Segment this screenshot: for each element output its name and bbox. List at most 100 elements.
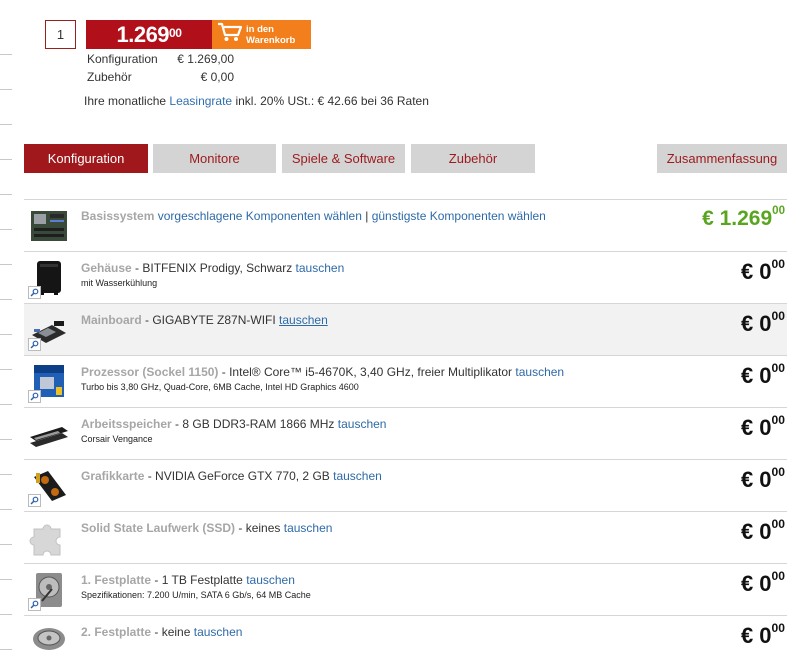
row-category: 1. Festplatte bbox=[81, 573, 152, 587]
suggested-components-link[interactable]: vorgeschlagene Komponenten wählen bbox=[158, 209, 362, 223]
config-row-arbeitsspeicher: Arbeitsspeicher - 8 GB DDR3-RAM 1866 MHz… bbox=[24, 407, 787, 459]
leasing-info: Ihre monatliche Leasingrate inkl. 20% US… bbox=[84, 94, 429, 108]
row-value: - keines bbox=[238, 521, 281, 535]
row-price-main: € 0 bbox=[740, 519, 772, 544]
config-row-gehaeuse: Gehäuse - BITFENIX Prodigy, Schwarz taus… bbox=[24, 251, 787, 303]
row-value: - Intel® Core™ i5-4670K, 3,40 GHz, freie… bbox=[221, 365, 513, 379]
row-price: € 1.26900 bbox=[702, 204, 785, 231]
row-price: € 000 bbox=[740, 568, 785, 597]
row-price-cents: 00 bbox=[771, 516, 785, 531]
ram-icon[interactable] bbox=[28, 413, 70, 455]
tauschen-link[interactable]: tauschen bbox=[284, 521, 333, 535]
row-price-main: € 0 bbox=[740, 467, 772, 492]
row-price-cents: 00 bbox=[771, 620, 785, 635]
cart-label-line2: Warenkorb bbox=[246, 34, 296, 46]
row-category: Gehäuse bbox=[81, 261, 132, 275]
row-price: € 000 bbox=[740, 464, 785, 493]
zoom-icon[interactable] bbox=[28, 390, 41, 403]
config-row-basissystem: Basissystem vorgeschlagene Komponenten w… bbox=[24, 199, 787, 251]
row-price: € 000 bbox=[741, 620, 785, 649]
row-category: 2. Festplatte bbox=[81, 625, 152, 639]
row-price: € 000 bbox=[740, 258, 785, 285]
row-price: € 000 bbox=[740, 360, 785, 389]
add-to-cart-button[interactable]: in den Warenkorb bbox=[212, 20, 311, 49]
config-row-prozessor: Prozessor (Sockel 1150) - Intel® Core™ i… bbox=[24, 355, 787, 407]
accessories-value: € 0,00 bbox=[200, 70, 234, 84]
tab-spiele-software[interactable]: Spiele & Software bbox=[282, 144, 405, 173]
config-row-ssd: Solid State Laufwerk (SSD) - keines taus… bbox=[24, 511, 787, 563]
tauschen-link[interactable]: tauschen bbox=[338, 417, 387, 431]
link-separator: | bbox=[365, 209, 369, 223]
tauschen-link[interactable]: tauschen bbox=[333, 469, 382, 483]
row-price: € 000 bbox=[740, 412, 785, 441]
config-row-festplatte-1: 1. Festplatte - 1 TB Festplatte tauschen… bbox=[24, 563, 787, 615]
accessories-summary: Zubehör € 0,00 bbox=[87, 70, 234, 86]
row-title: 2. Festplatte - keine tauschen bbox=[81, 625, 242, 639]
row-price-cents: 00 bbox=[771, 360, 785, 375]
row-category: Arbeitsspeicher bbox=[81, 417, 172, 431]
left-edge-ticks bbox=[0, 0, 12, 651]
row-category: Prozessor (Sockel 1150) bbox=[81, 365, 219, 379]
row-value: - BITFENIX Prodigy, Schwarz bbox=[135, 261, 293, 275]
row-price-cents: 00 bbox=[771, 464, 785, 479]
row-price-main: € 0 bbox=[740, 363, 772, 388]
zoom-icon[interactable] bbox=[28, 598, 41, 611]
row-title: Arbeitsspeicher - 8 GB DDR3-RAM 1866 MHz… bbox=[81, 417, 386, 431]
row-subtitle: Turbo bis 3,80 GHz, Quad-Core, 6MB Cache… bbox=[81, 382, 359, 392]
row-title: Mainboard - GIGABYTE Z87N-WIFI tauschen bbox=[81, 313, 328, 327]
row-price: € 000 bbox=[740, 516, 785, 545]
tab-monitore[interactable]: Monitore bbox=[153, 144, 276, 173]
tab-zubehoer[interactable]: Zubehör bbox=[411, 144, 535, 173]
tauschen-link[interactable]: tauschen bbox=[279, 313, 328, 327]
row-category: Grafikkarte bbox=[81, 469, 145, 483]
hard-drive-icon[interactable] bbox=[28, 621, 70, 651]
motherboard-icon[interactable] bbox=[28, 205, 70, 247]
row-title: Solid State Laufwerk (SSD) - keines taus… bbox=[81, 521, 332, 535]
row-subtitle: Corsair Vengance bbox=[81, 434, 153, 444]
row-category: Basissystem bbox=[81, 209, 155, 223]
leasing-rate-link[interactable]: Leasingrate bbox=[169, 94, 232, 108]
zoom-icon[interactable] bbox=[28, 494, 41, 507]
puzzle-placeholder-icon bbox=[28, 517, 70, 559]
row-price-main: € 1.269 bbox=[702, 207, 773, 230]
row-price-main: € 0 bbox=[740, 259, 772, 284]
row-price-cents: 00 bbox=[771, 568, 785, 583]
row-price-main: € 0 bbox=[740, 311, 772, 336]
config-row-festplatte-2: 2. Festplatte - keine tauschen € 000 bbox=[24, 615, 787, 651]
zoom-icon[interactable] bbox=[28, 338, 41, 351]
config-row-mainboard: Mainboard - GIGABYTE Z87N-WIFI tauschen … bbox=[24, 303, 787, 355]
cheapest-components-link[interactable]: günstigste Komponenten wählen bbox=[372, 209, 546, 223]
leasing-suffix: inkl. 20% USt.: € 42.66 bei 36 Raten bbox=[235, 94, 429, 108]
row-price-cents: 00 bbox=[772, 204, 785, 217]
row-price-cents: 00 bbox=[771, 412, 785, 427]
zoom-icon[interactable] bbox=[28, 286, 41, 299]
tauschen-link[interactable]: tauschen bbox=[515, 365, 564, 379]
row-subtitle: Spezifikationen: 7.200 U/min, SATA 6 Gb/… bbox=[81, 590, 311, 600]
row-title: Grafikkarte - NVIDIA GeForce GTX 770, 2 … bbox=[81, 469, 382, 483]
tab-zusammenfassung[interactable]: Zusammenfassung bbox=[657, 144, 787, 173]
row-value: - keine bbox=[154, 625, 191, 639]
configuration-summary: Konfiguration € 1.269,00 bbox=[87, 52, 234, 68]
shopping-cart-icon bbox=[217, 21, 243, 48]
row-title: Gehäuse - BITFENIX Prodigy, Schwarz taus… bbox=[81, 261, 344, 275]
config-row-grafikkarte: Grafikkarte - NVIDIA GeForce GTX 770, 2 … bbox=[24, 459, 787, 511]
tauschen-link[interactable]: tauschen bbox=[246, 573, 295, 587]
accessories-label: Zubehör bbox=[87, 70, 132, 84]
row-title: 1. Festplatte - 1 TB Festplatte tauschen bbox=[81, 573, 295, 587]
tauschen-link[interactable]: tauschen bbox=[194, 625, 243, 639]
row-price-main: € 0 bbox=[740, 415, 772, 440]
row-subtitle: mit Wasserkühlung bbox=[81, 278, 158, 288]
row-category: Solid State Laufwerk (SSD) bbox=[81, 521, 236, 535]
tauschen-link[interactable]: tauschen bbox=[296, 261, 345, 275]
row-price-main: € 0 bbox=[740, 571, 772, 596]
row-price: € 000 bbox=[740, 308, 785, 337]
row-title: Prozessor (Sockel 1150) - Intel® Core™ i… bbox=[81, 365, 564, 379]
row-value: - 1 TB Festplatte bbox=[154, 573, 243, 587]
total-price: 1.269 00 bbox=[86, 20, 212, 49]
row-price-cents: 00 bbox=[771, 308, 785, 323]
add-to-cart-label: in den Warenkorb bbox=[246, 24, 295, 46]
cart-label-line1: in den bbox=[246, 23, 274, 35]
tab-konfiguration[interactable]: Konfiguration bbox=[24, 144, 148, 173]
leasing-prefix: Ihre monatliche bbox=[84, 94, 167, 108]
quantity-input[interactable]: 1 bbox=[45, 20, 76, 49]
